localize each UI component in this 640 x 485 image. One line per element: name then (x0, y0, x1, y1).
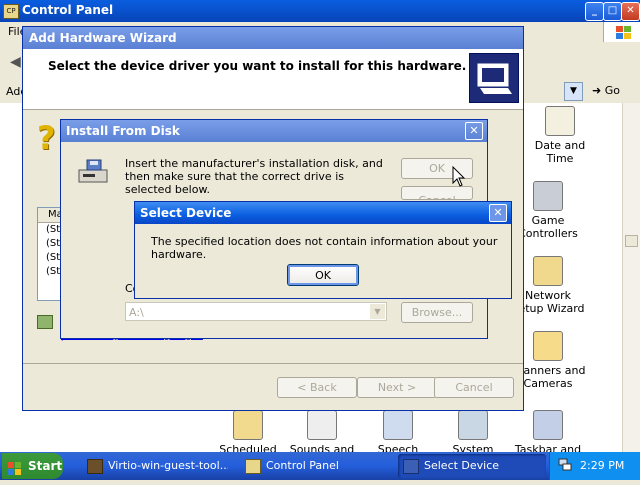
wizard-header: Select the device driver you want to ins… (23, 49, 523, 110)
taskbar-item-label: Virtio-win-guest-tool... (108, 459, 228, 472)
question-mark-icon: ? (37, 119, 56, 157)
windows-flag-icon (8, 459, 22, 475)
start-button[interactable]: Start (2, 453, 63, 479)
date-time-icon (545, 106, 575, 136)
go-arrow-icon: ➜ (592, 84, 602, 97)
vertical-scrollbar[interactable] (622, 103, 640, 452)
windows-logo-icon (603, 22, 640, 42)
cp-icon-date-time[interactable]: Date and Time (520, 106, 600, 165)
wizard-titlebar[interactable]: Add Hardware Wizard (23, 27, 523, 49)
next-button[interactable]: Next > (357, 377, 437, 398)
cp-icon-sounds[interactable]: Sounds and (282, 410, 362, 456)
speaker-icon (307, 410, 337, 440)
select-device-title: Select Device (140, 206, 232, 220)
install-from-disk-title: Install From Disk (66, 124, 180, 138)
cp-icon-scheduled[interactable]: Scheduled (208, 410, 288, 456)
scheduled-tasks-icon (233, 410, 263, 440)
control-panel-icon (245, 459, 261, 474)
game-controllers-icon (533, 181, 563, 211)
driver-signed-icon (37, 315, 53, 329)
taskbar-item-control-panel[interactable]: Control Panel (240, 454, 386, 478)
insert-disk-message: Insert the manufacturer's installation d… (125, 157, 383, 196)
taskbar-item-label: Control Panel (266, 459, 339, 472)
close-button[interactable]: ✕ (621, 2, 640, 21)
hardware-card-icon (469, 53, 519, 103)
scrollbar-thumb[interactable] (625, 235, 638, 247)
wizard-title: Add Hardware Wizard (29, 31, 177, 45)
select-device-ok-button[interactable]: OK (287, 264, 359, 286)
copy-files-from-value: A:\ (129, 306, 144, 319)
select-device-close-button[interactable]: ✕ (489, 204, 507, 222)
copy-files-dropdown-icon[interactable]: ▼ (370, 304, 385, 319)
select-device-message: The specified location does not contain … (151, 235, 498, 261)
cancel-button[interactable]: Cancel (434, 377, 514, 398)
back-arrow-icon[interactable]: ◀ (10, 54, 21, 70)
address-dropdown-button[interactable]: ▼ (564, 82, 583, 101)
network-setup-icon (533, 256, 563, 286)
browse-button[interactable]: Browse... (401, 302, 473, 323)
go-label: Go (604, 84, 620, 97)
cp-icon-label: Date and Time (534, 139, 586, 165)
install-from-disk-close-button[interactable]: ✕ (465, 122, 483, 140)
scanners-cameras-icon (533, 331, 563, 361)
cp-icon-taskbar[interactable]: Taskbar and (508, 410, 588, 456)
clock[interactable]: 2:29 PM (580, 459, 624, 472)
wizard-separator (23, 363, 523, 364)
cp-icon-speech[interactable]: Speech (358, 410, 438, 456)
install-from-disk-titlebar[interactable]: Install From Disk ✕ (61, 120, 487, 142)
select-device-dialog: Select Device ✕ The specified location d… (134, 201, 512, 299)
film-icon (87, 459, 103, 474)
speech-icon (383, 410, 413, 440)
computer-icon (458, 410, 488, 440)
taskbar-item-select-device[interactable]: Select Device (398, 454, 546, 478)
floppy-drive-icon (77, 158, 109, 186)
copy-files-from-field[interactable]: A:\ ▼ (125, 302, 387, 321)
cp-icon-system[interactable]: System (433, 410, 513, 456)
back-button[interactable]: < Back (277, 377, 357, 398)
wizard-header-text: Select the device driver you want to ins… (48, 59, 467, 73)
device-manager-icon (403, 459, 419, 474)
cp-icon-label: Game Controllers (518, 214, 578, 240)
taskbar-item-virtio[interactable]: Virtio-win-guest-tool... (82, 454, 228, 478)
taskbar-start-menu-icon (533, 410, 563, 440)
control-panel-titlebar[interactable]: CP Control Panel _ □ ✕ (0, 0, 640, 22)
go-button[interactable]: ➜ Go (592, 84, 620, 97)
taskbar-item-label: Select Device (424, 459, 500, 472)
select-device-titlebar[interactable]: Select Device ✕ (135, 202, 511, 224)
mouse-pointer-icon (452, 165, 466, 191)
start-label: Start (28, 459, 63, 473)
network-tray-icon[interactable] (558, 458, 572, 471)
minimize-button[interactable]: _ (585, 2, 604, 21)
taskbar: Start Virtio-win-guest-tool... Control P… (0, 452, 640, 480)
window-title: Control Panel (22, 3, 114, 17)
maximize-button[interactable]: □ (603, 2, 622, 21)
control-panel-app-icon: CP (3, 4, 19, 19)
system-tray: 2:29 PM (549, 452, 640, 480)
